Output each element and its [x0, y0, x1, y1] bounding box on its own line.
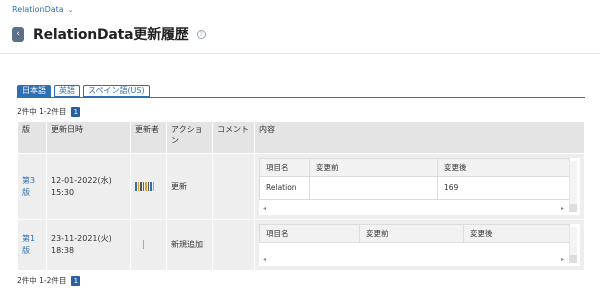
diff-col-item: 項目名	[259, 224, 360, 243]
column-updated-at: 更新日時	[46, 121, 131, 154]
vertical-scrollbar[interactable]	[569, 161, 577, 212]
diff-col-before: 変更前	[309, 158, 438, 177]
result-count: 2件中 1-2件目	[17, 107, 67, 116]
breadcrumb[interactable]: RelationData ⌄	[12, 5, 74, 14]
language-tabs: 日本語 英語 スペイン語(US)	[17, 85, 150, 97]
pagination-top: 2件中 1-2件目 1	[17, 106, 81, 117]
diff-item: Relation	[259, 176, 310, 200]
action-cell: 更新	[166, 153, 213, 220]
updater-avatar	[135, 240, 145, 249]
version-link[interactable]: 第1版	[17, 219, 47, 271]
column-action: アクション	[166, 121, 213, 154]
diff-col-after: 変更後	[436, 158, 571, 177]
result-count: 2件中 1-2件目	[17, 276, 67, 285]
scroll-right-icon[interactable]: ▸	[561, 203, 564, 215]
table-row: 第1版 23-11-2021(火) 18:38 新規追加 項目名 変更前 変更後 …	[17, 219, 585, 271]
history-table: 版 更新日時 更新者 アクション コメント 内容 第3版 12-01-2022(…	[17, 121, 585, 271]
diff-before	[309, 176, 438, 200]
scroll-corner	[569, 255, 577, 263]
diff-row: Relation 169	[259, 176, 571, 200]
tab-japanese[interactable]: 日本語	[17, 85, 51, 97]
diff-header-row: 項目名 変更前 変更後	[259, 158, 571, 177]
horizontal-scrollbar[interactable]: ◂ ▸	[263, 256, 564, 264]
column-content: 内容	[254, 121, 585, 154]
updater-cell	[130, 219, 167, 271]
table-row: 第3版 12-01-2022(水) 15:30 更新 項目名 変更前 変更後 R…	[17, 153, 585, 220]
page-number-button[interactable]: 1	[71, 275, 81, 286]
scroll-left-icon[interactable]: ◂	[263, 254, 266, 266]
column-version: 版	[17, 121, 47, 154]
action-cell: 新規追加	[166, 219, 213, 271]
scroll-left-icon[interactable]: ◂	[263, 203, 266, 215]
tab-spanish-us[interactable]: スペイン語(US)	[83, 85, 150, 97]
tabs-underline	[17, 97, 585, 98]
update-time: 18:38	[51, 246, 75, 255]
update-time: 15:30	[51, 187, 75, 197]
table-header-row: 版 更新日時 更新者 アクション コメント 内容	[17, 121, 585, 154]
scroll-corner	[569, 204, 577, 212]
update-date: 23-11-2021(火)	[51, 234, 112, 243]
content-cell: 項目名 変更前 変更後 ◂ ▸	[254, 219, 585, 271]
scroll-right-icon[interactable]: ▸	[561, 254, 564, 266]
update-date: 12-01-2022(水)	[51, 175, 112, 185]
page-number-button[interactable]: 1	[71, 106, 81, 117]
updated-at-cell: 12-01-2022(水) 15:30	[46, 153, 131, 220]
updater-avatar	[135, 181, 155, 191]
column-comment: コメント	[212, 121, 255, 154]
content-cell: 項目名 変更前 変更後 Relation 169 ◂ ▸	[254, 153, 585, 220]
column-updater: 更新者	[130, 121, 167, 154]
version-link[interactable]: 第3版	[17, 153, 47, 220]
diff-table: 項目名 変更前 変更後	[259, 224, 571, 243]
header-divider	[0, 53, 600, 54]
updater-cell	[130, 153, 167, 220]
diff-after: 169	[436, 176, 571, 200]
back-icon[interactable]: ‹	[12, 26, 24, 42]
page-header: ‹ RelationData更新履歴 ?	[12, 24, 206, 44]
help-icon[interactable]: ?	[196, 29, 206, 39]
horizontal-scrollbar[interactable]: ◂ ▸	[263, 205, 564, 213]
diff-col-before: 変更前	[359, 224, 464, 243]
diff-panel: 項目名 変更前 変更後 Relation 169 ◂ ▸	[259, 158, 580, 215]
page-title: RelationData更新履歴	[33, 27, 189, 43]
diff-header-row: 項目名 変更前 変更後	[259, 224, 571, 243]
comment-cell	[212, 219, 255, 271]
comment-cell	[212, 153, 255, 220]
diff-col-item: 項目名	[259, 158, 310, 177]
tab-english[interactable]: 英語	[54, 85, 80, 97]
diff-col-after: 変更後	[462, 224, 571, 243]
pagination-bottom: 2件中 1-2件目 1	[17, 275, 81, 286]
diff-panel: 項目名 変更前 変更後 ◂ ▸	[259, 224, 580, 266]
chevron-down-icon[interactable]: ⌄	[68, 6, 74, 14]
breadcrumb-label[interactable]: RelationData	[12, 5, 64, 14]
vertical-scrollbar[interactable]	[569, 227, 577, 263]
updated-at-cell: 23-11-2021(火) 18:38	[46, 219, 131, 271]
diff-table: 項目名 変更前 変更後 Relation 169	[259, 158, 571, 200]
